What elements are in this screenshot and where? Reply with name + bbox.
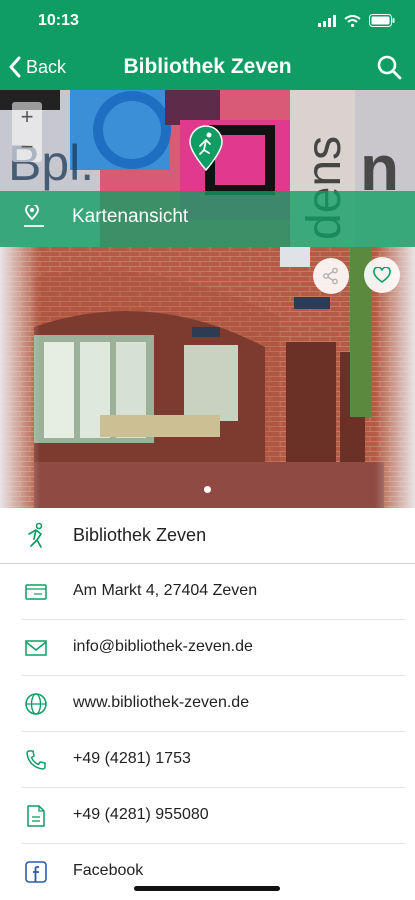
mail-icon	[22, 634, 50, 662]
list-item-fax-text: +49 (4281) 955080	[73, 806, 209, 823]
map-view-label: Kartenansicht	[72, 206, 189, 227]
list-item-name-text: Bibliothek Zeven	[73, 525, 207, 545]
map-view-bar[interactable]: Kartenansicht	[0, 191, 415, 247]
zoom-in-button[interactable]: +	[12, 102, 42, 132]
wifi-icon	[344, 14, 361, 27]
list-item-facebook-text: Facebook	[73, 862, 144, 879]
library-photo	[0, 247, 415, 508]
fax-icon	[22, 802, 50, 830]
map-view[interactable]: Bpl. n dens + − Kartenansicht	[0, 90, 415, 247]
list-item-website-text: www.bibliothek-zeven.de	[73, 694, 250, 711]
address-card-icon	[22, 578, 50, 606]
globe-icon	[22, 690, 50, 718]
list-item-address-text: Am Markt 4, 27404 Zeven	[73, 582, 258, 599]
list-item-fax[interactable]: +49 (4281) 955080	[0, 788, 415, 844]
list-item-name: Bibliothek Zeven	[0, 508, 415, 564]
list-item-phone[interactable]: +49 (4281) 1753	[0, 732, 415, 788]
nav-bar: Back Bibliothek Zeven	[0, 44, 415, 90]
zoom-control: + −	[12, 102, 42, 162]
location-icon	[24, 205, 44, 227]
home-indicator[interactable]	[134, 886, 280, 891]
list-item-facebook[interactable]: Facebook	[0, 844, 415, 900]
zoom-out-button[interactable]: −	[12, 132, 42, 162]
status-bar: 10:13	[0, 0, 415, 44]
list-item-phone-text: +49 (4281) 1753	[73, 750, 191, 767]
list-item-email-text: info@bibliothek-zeven.de	[73, 638, 253, 655]
signal-icon	[318, 14, 336, 27]
photo-gallery[interactable]	[0, 247, 415, 508]
facebook-icon	[22, 858, 50, 886]
phone-icon	[22, 746, 50, 774]
list-item-website[interactable]: www.bibliothek-zeven.de	[0, 676, 415, 732]
page-title: Bibliothek Zeven	[123, 55, 292, 78]
search-icon[interactable]	[375, 53, 403, 81]
list-item-address[interactable]: Am Markt 4, 27404 Zeven	[0, 564, 415, 620]
person-icon	[22, 522, 50, 550]
share-icon	[323, 267, 338, 285]
status-icons	[318, 14, 395, 27]
map-pin-icon[interactable]	[186, 124, 226, 172]
battery-icon	[369, 14, 395, 27]
share-button[interactable]	[313, 258, 349, 294]
page-indicator-dot[interactable]	[204, 486, 211, 493]
status-time: 10:13	[38, 12, 79, 29]
favorite-button[interactable]	[364, 257, 400, 293]
details-list: Bibliothek Zeven Am Markt 4, 27404 Zeven…	[0, 508, 415, 900]
list-item-email[interactable]: info@bibliothek-zeven.de	[0, 620, 415, 676]
heart-icon	[373, 266, 391, 283]
